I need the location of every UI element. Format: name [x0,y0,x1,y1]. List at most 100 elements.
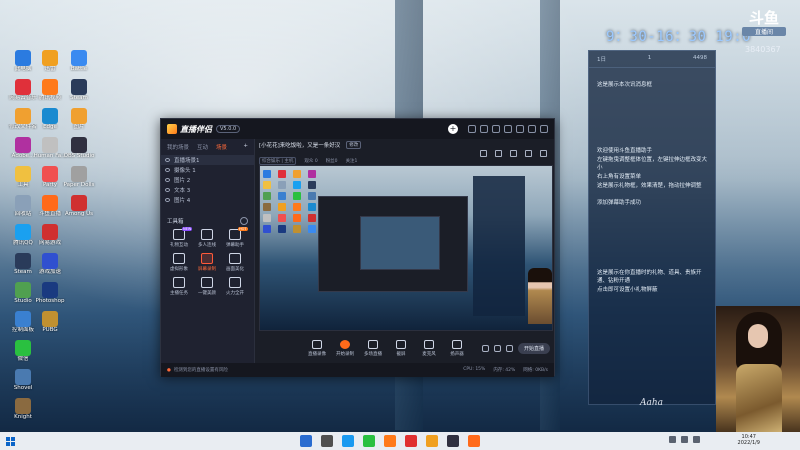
taskbar-app-icon[interactable] [384,435,396,447]
window-icon[interactable] [493,344,501,352]
add-icon[interactable]: + [448,124,458,134]
bottom-action-button[interactable]: 多场直播 [359,339,387,357]
tool-item[interactable]: 屏幕录制 [193,253,221,272]
streamer-face [748,324,768,348]
bottom-action-button[interactable]: 直播录像 [303,339,331,357]
fan-count: 粉丝0 [325,159,338,164]
taskbar-app-icon[interactable] [426,435,438,447]
desktop-icon[interactable]: 图片 [62,108,96,130]
desktop-icon[interactable]: 游戏加速 [33,253,67,275]
maximize-icon[interactable] [528,125,536,133]
desktop-icon-label: Among Us [64,211,94,217]
toolbox-grid: NEW 礼物互动 多人连线 HOT 弹幕助手虚拟形象 屏幕录制 画面美化主播任务 一键美颜 火力… [161,227,254,296]
add-scene-icon[interactable]: + [243,143,248,151]
bottom-action-button[interactable]: 麦克风 [415,339,443,357]
go-live-button[interactable]: 开始直播 [517,342,550,354]
eye-icon[interactable] [165,198,170,202]
windows-start-icon[interactable] [6,436,15,446]
eye-icon[interactable] [165,178,170,182]
desktop-icon-label: 微信 [17,356,29,362]
tool-badge: HOT [238,227,248,231]
bottom-action-button[interactable]: 扬声器 [443,339,471,357]
stream-preview[interactable] [259,165,553,331]
bottom-action-button[interactable]: 开始录制 [331,339,359,357]
toolbox-settings-icon[interactable] [240,217,248,225]
tool-item[interactable]: NEW 礼物互动 [165,227,193,248]
stream-category[interactable]: 综合娱乐 | 主机 [259,157,297,165]
tab-interact[interactable]: 互动 [197,143,208,151]
preview-icon [308,214,316,222]
edit-title-button[interactable]: 修改 [346,141,362,149]
taskbar-app-icon[interactable] [447,435,459,447]
action-icon [424,339,434,349]
minimize-icon[interactable] [516,125,524,133]
volume-icon[interactable] [693,436,700,443]
scene-item[interactable]: 图片 4 [161,195,254,205]
scene-item[interactable]: 文本 3 [161,185,254,195]
tool-item[interactable]: 主播任务 [165,277,193,296]
eye-icon[interactable] [165,188,170,192]
tool-item[interactable]: 多人连线 [193,229,221,248]
app-version: V5.0.0 [216,125,241,133]
gift-icon[interactable] [480,125,488,133]
scene-item[interactable]: 图片 2 [161,175,254,185]
taskbar-app-icon[interactable] [342,435,354,447]
taskbar-app-icon[interactable] [405,435,417,447]
app-icon [15,137,31,153]
lock-icon[interactable] [510,150,517,157]
taskbar-app-icon[interactable] [321,435,333,447]
desktop-icon[interactable]: Paper Dolls [62,166,96,188]
preview-nested-window [360,216,440,270]
tool-item[interactable]: 火力全开 [221,277,249,296]
tab-scene[interactable]: 场景 [216,143,227,151]
message-icon[interactable] [468,125,476,133]
desktop-icon[interactable]: Steam [62,79,96,101]
app-icon [42,253,58,269]
gear-icon[interactable] [505,344,513,352]
eye-icon[interactable] [165,168,170,172]
taskbar-app-icon[interactable] [300,435,312,447]
fullscreen-icon[interactable] [525,150,532,157]
taskbar-app-icon[interactable] [363,435,375,447]
desktop-icon[interactable]: 微信 [6,340,40,362]
copy-icon[interactable] [480,150,487,157]
tool-item[interactable]: 一键美颜 [193,277,221,296]
desktop-icon[interactable]: OBS Studio [62,137,96,159]
tool-label: 画面美化 [226,267,244,272]
app-icon [71,79,87,95]
desktop-icon[interactable]: Among Us [62,195,96,217]
app-titlebar[interactable]: 直播伴侣 V5.0.0 + [161,119,554,139]
camera-icon[interactable] [481,344,489,352]
stream-time-overlay: 9：30-16：30 19:0 [606,29,752,45]
tool-icon [201,253,213,264]
wifi-icon[interactable] [681,436,688,443]
bottom-action-label: 扬声器 [450,351,464,357]
scene-item[interactable]: 直播场景1 [161,155,254,165]
status-warning[interactable]: 检测到您的直播设置有风险 [174,367,228,373]
pip-icon[interactable] [495,150,502,157]
taskbar-clock[interactable]: 10:47 2022/1/9 [738,434,760,446]
share-icon[interactable] [540,150,547,157]
desktop-icon[interactable]: Battle [62,50,96,72]
bottom-action-button[interactable]: 截屏 [387,339,415,357]
desktop-icon[interactable]: Shovel [6,369,40,391]
stream-title-row: [小花花]来吃饭啦，又是一条好汉 修改 [259,141,551,149]
close-icon[interactable] [540,125,548,133]
desktop-icon[interactable]: PUBG [33,311,67,333]
tray-icon[interactable] [669,436,676,443]
desktop-icon-label: PUBG [42,327,58,333]
skin-icon[interactable] [504,125,512,133]
tool-item[interactable]: 虚拟形象 [165,253,193,272]
desktop-icon[interactable]: 网易游戏 [33,224,67,246]
settings-icon[interactable] [492,125,500,133]
desktop-icon[interactable]: Knight [6,398,40,420]
tab-my-scene[interactable]: 我的场景 [167,143,189,151]
app-logo: 直播伴侣 V5.0.0 [167,124,241,135]
taskbar-app-icon[interactable] [468,435,480,447]
tool-item[interactable]: 画面美化 [221,253,249,272]
scene-item[interactable]: 摄像头 1 [161,165,254,175]
tool-label: 一键美颜 [198,291,216,296]
eye-icon[interactable] [165,158,170,162]
tool-item[interactable]: HOT 弹幕助手 [221,227,249,248]
desktop-icon[interactable]: Photoshop [33,282,67,304]
